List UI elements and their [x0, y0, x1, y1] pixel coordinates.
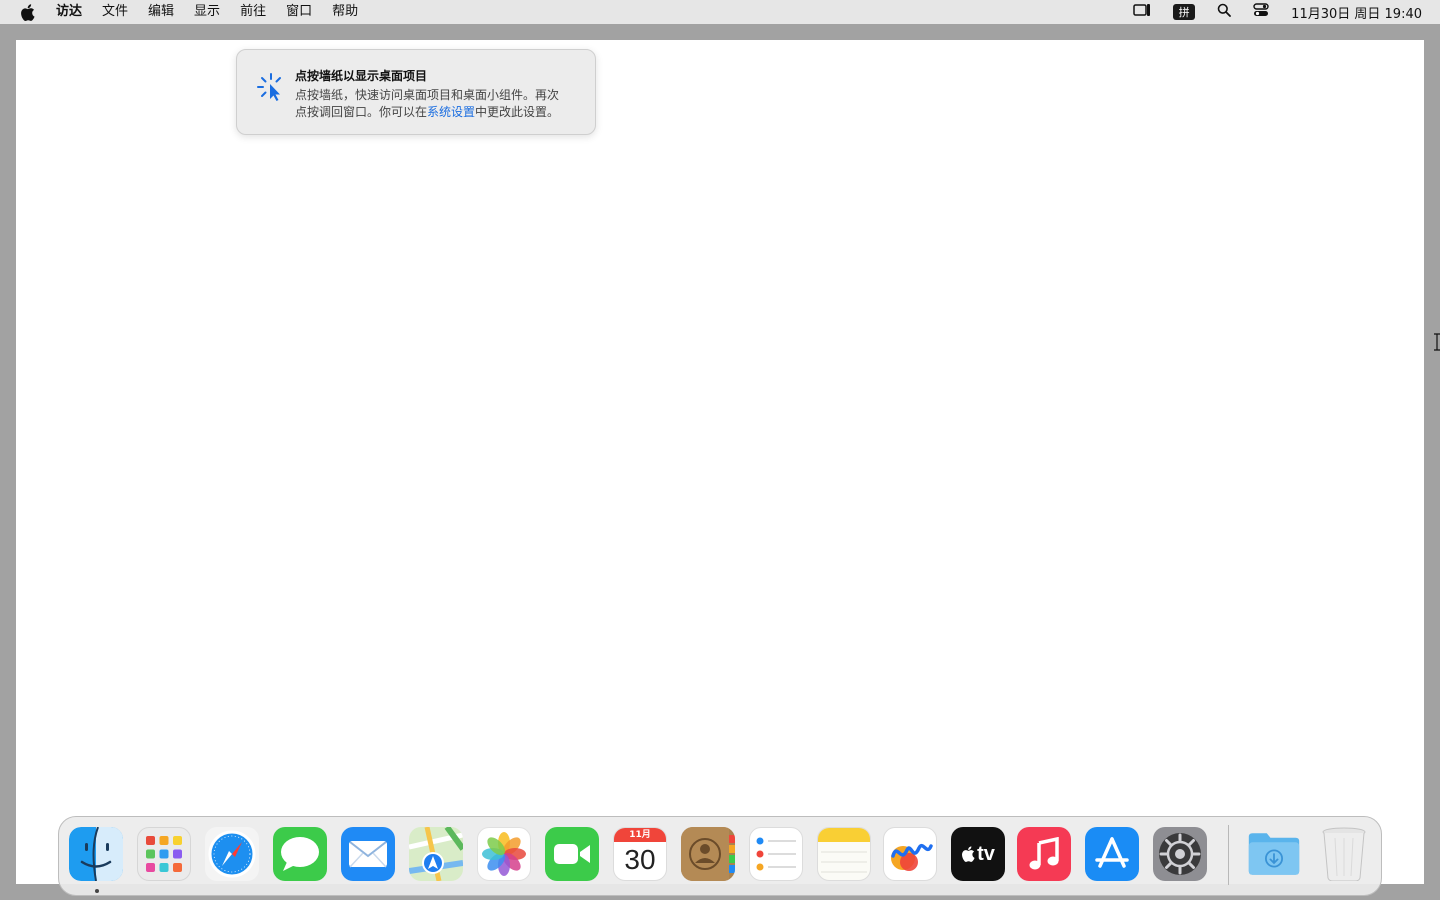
photos-icon[interactable]	[477, 827, 531, 881]
tip-title: 点按墙纸以显示桌面项目	[295, 69, 428, 83]
menu-help[interactable]: 帮助	[322, 0, 368, 24]
menu-window[interactable]: 窗口	[276, 0, 322, 24]
screen-mirroring-icon[interactable]	[1133, 3, 1151, 21]
mail-icon[interactable]	[341, 827, 395, 881]
input-method-icon[interactable]: 拼	[1173, 4, 1196, 20]
tip-body-line1: 点按墙纸，快速访问桌面项目和桌面小组件。再次	[295, 88, 560, 102]
calendar-month: 11月	[614, 828, 666, 842]
calendar-icon[interactable]: 11月 30	[613, 827, 667, 881]
apple-menu-icon[interactable]	[18, 3, 36, 21]
contacts-icon[interactable]	[681, 827, 735, 881]
blank-window[interactable]	[16, 40, 1424, 884]
launchpad-icon[interactable]	[137, 827, 191, 881]
music-icon[interactable]	[1017, 827, 1071, 881]
tip-body-line2-suffix: 中更改此设置。	[475, 105, 560, 119]
click-cursor-icon	[257, 72, 289, 104]
dock-separator	[1228, 825, 1229, 885]
spotlight-search-icon[interactable]	[1217, 3, 1232, 21]
status-area: 拼 11月30日 周日 19:40	[1133, 0, 1422, 24]
menu-finder[interactable]: 访达	[46, 0, 92, 24]
appletv-label: tv	[977, 842, 995, 865]
dock: 11月 30 tv	[58, 816, 1382, 896]
menu-bar: 访达 文件 编辑 显示 前往 窗口 帮助 拼 11月30日 周日 19:40	[0, 0, 1440, 24]
safari-icon[interactable]	[205, 827, 259, 881]
menu-file[interactable]: 文件	[92, 0, 138, 24]
notes-icon[interactable]	[817, 827, 871, 881]
tip-body: 点按墙纸，快速访问桌面项目和桌面小组件。再次 点按调回窗口。你可以在系统设置中更…	[295, 87, 587, 121]
menu-go[interactable]: 前往	[230, 0, 276, 24]
facetime-icon[interactable]	[545, 827, 599, 881]
menu-clock[interactable]: 11月30日 周日 19:40	[1291, 3, 1422, 22]
menu-edit[interactable]: 编辑	[138, 0, 184, 24]
appletv-icon[interactable]: tv	[951, 827, 1005, 881]
finder-icon[interactable]	[69, 827, 123, 881]
tip-body-line2-prefix: 点按调回窗口。你可以在	[295, 105, 428, 119]
menu-view[interactable]: 显示	[184, 0, 230, 24]
trash-icon[interactable]	[1317, 827, 1371, 881]
messages-icon[interactable]	[273, 827, 327, 881]
calendar-day: 30	[624, 844, 656, 875]
text-cursor-icon	[1434, 333, 1440, 351]
system-settings-icon[interactable]	[1153, 827, 1207, 881]
maps-icon[interactable]	[409, 827, 463, 881]
reminders-icon[interactable]	[749, 827, 803, 881]
control-center-icon[interactable]	[1253, 3, 1269, 21]
appstore-icon[interactable]	[1085, 827, 1139, 881]
downloads-folder-icon[interactable]	[1247, 827, 1301, 881]
freeform-icon[interactable]	[883, 827, 937, 881]
wallpaper-click-tip[interactable]: 点按墙纸以显示桌面项目 点按墙纸，快速访问桌面项目和桌面小组件。再次 点按调回窗…	[236, 49, 596, 135]
system-settings-link[interactable]: 系统设置	[427, 105, 475, 119]
finder-running-indicator	[95, 889, 99, 893]
